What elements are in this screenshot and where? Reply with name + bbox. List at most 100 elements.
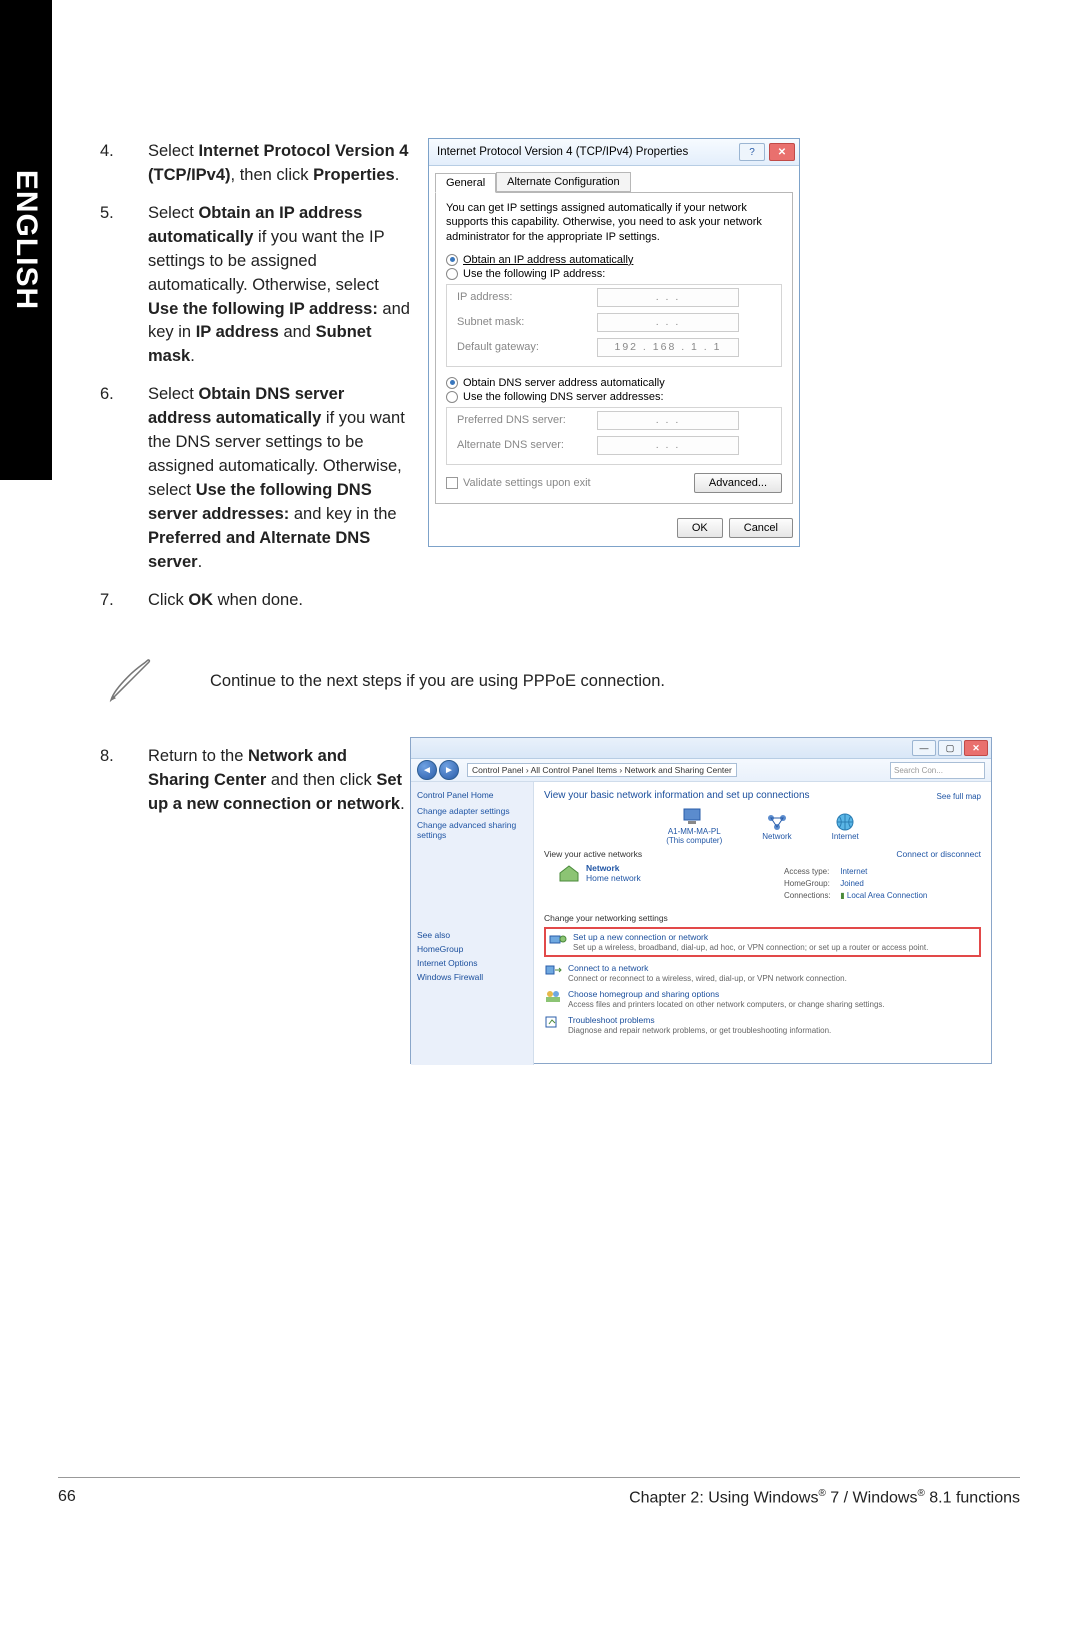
homegroup-icon xyxy=(544,989,562,1003)
label-default-gateway: Default gateway: xyxy=(457,341,597,353)
input-ip-address[interactable]: . . . xyxy=(597,288,739,307)
task-description: Access files and printers located on oth… xyxy=(568,1000,885,1009)
help-icon[interactable]: ? xyxy=(739,143,765,161)
radio-use-following-ip[interactable]: Use the following IP address: xyxy=(446,268,782,280)
task-homegroup-sharing[interactable]: Choose homegroup and sharing options Acc… xyxy=(544,989,981,1009)
network-icon xyxy=(765,812,789,832)
sidebar-internet-options[interactable]: Internet Options xyxy=(417,958,527,968)
radio-label: Obtain an IP address automatically xyxy=(463,254,633,266)
close-icon[interactable]: ✕ xyxy=(769,143,795,161)
task-troubleshoot[interactable]: Troubleshoot problems Diagnose and repai… xyxy=(544,1015,981,1035)
step-number: 6. xyxy=(100,383,148,574)
connect-network-icon xyxy=(544,963,562,977)
text: . xyxy=(190,347,195,365)
nav-forward-icon[interactable]: ► xyxy=(439,760,459,780)
radio-obtain-dns-auto[interactable]: Obtain DNS server address automatically xyxy=(446,377,782,389)
radio-label: Use the following IP address: xyxy=(463,268,605,280)
tab-alternate-configuration[interactable]: Alternate Configuration xyxy=(496,172,631,192)
radio-dot-icon xyxy=(446,391,458,403)
steps-column: 4. Select Internet Protocol Version 4 (T… xyxy=(100,140,410,627)
page: ENGLISH 4. Select Internet Protocol Vers… xyxy=(0,0,1080,1627)
detail-value[interactable]: Joined xyxy=(840,879,864,888)
connect-disconnect-link[interactable]: Connect or disconnect xyxy=(896,849,981,859)
language-label: ENGLISH xyxy=(9,170,43,310)
task-connect-to-network[interactable]: Connect to a network Connect or reconnec… xyxy=(544,963,981,983)
globe-icon xyxy=(833,812,857,832)
label-subnet-mask: Subnet mask: xyxy=(457,316,597,328)
detail-label: HomeGroup: xyxy=(784,878,838,890)
detail-value[interactable]: Local Area Connection xyxy=(847,891,928,900)
task-title: Set up a new connection or network xyxy=(573,932,708,942)
language-sidebar: ENGLISH xyxy=(0,0,52,480)
input-subnet-mask[interactable]: . . . xyxy=(597,313,739,332)
setup-connection-icon xyxy=(549,932,567,946)
change-settings-header: Change your networking settings xyxy=(544,913,981,923)
text: and key in the xyxy=(289,505,396,523)
see-full-map-link[interactable]: See full map xyxy=(937,792,981,801)
network-type-link[interactable]: Home network xyxy=(586,873,641,883)
network-diagram: A1-MM-MA-PL (This computer) Network xyxy=(544,807,981,845)
input-alternate-dns[interactable]: . . . xyxy=(597,436,739,455)
text: Select xyxy=(148,385,198,403)
ipv4-properties-dialog: Internet Protocol Version 4 (TCP/IPv4) P… xyxy=(428,138,800,547)
radio-obtain-ip-auto[interactable]: Obtain an IP address automatically xyxy=(446,254,782,266)
detail-label: Connections: xyxy=(784,890,838,902)
sidebar-change-adapter[interactable]: Change adapter settings xyxy=(417,806,527,816)
input-preferred-dns[interactable]: . . . xyxy=(597,411,739,430)
ok-button[interactable]: OK xyxy=(677,518,723,538)
advanced-button[interactable]: Advanced... xyxy=(694,473,782,493)
breadcrumb[interactable]: Control Panel › All Control Panel Items … xyxy=(467,763,737,777)
ip-fields-group: IP address: . . . Subnet mask: . . . Def… xyxy=(446,284,782,367)
sidebar-windows-firewall[interactable]: Windows Firewall xyxy=(417,972,527,982)
text: Click xyxy=(148,591,188,609)
bold-text: Preferred and Alternate DNS server xyxy=(148,529,370,571)
checkbox-validate-on-exit[interactable]: Validate settings upon exit xyxy=(446,477,591,489)
network-sharing-center-window: — ▢ ✕ ◄ ► Control Panel › All Control Pa… xyxy=(410,737,992,1064)
page-footer: 66 Chapter 2: Using Windows® 7 / Windows… xyxy=(58,1477,1020,1507)
nsc-sidebar: Control Panel Home Change adapter settin… xyxy=(411,782,534,1065)
computer-icon xyxy=(682,807,706,827)
sidebar-homegroup[interactable]: HomeGroup xyxy=(417,944,527,954)
cancel-button[interactable]: Cancel xyxy=(729,518,793,538)
tab-general[interactable]: General xyxy=(435,173,496,193)
step-5: 5. Select Obtain an IP address automatic… xyxy=(100,202,410,369)
registered-symbol: ® xyxy=(818,1488,825,1499)
pencil-icon xyxy=(100,655,160,707)
maximize-icon[interactable]: ▢ xyxy=(938,740,962,756)
bold-text: IP address xyxy=(196,323,279,341)
nsc-main: View your basic network information and … xyxy=(534,782,991,1065)
close-icon[interactable]: ✕ xyxy=(964,740,988,756)
radio-label: Obtain DNS server address automatically xyxy=(463,377,665,389)
step-number: 8. xyxy=(100,745,148,817)
radio-dot-icon xyxy=(446,268,458,280)
step-8: 8. Return to the Network and Sharing Cen… xyxy=(100,745,410,817)
chapter-title: Chapter 2: Using Windows® 7 / Windows® 8… xyxy=(629,1488,1020,1507)
radio-use-following-dns[interactable]: Use the following DNS server addresses: xyxy=(446,391,782,403)
dns-fields-group: Preferred DNS server: . . . Alternate DN… xyxy=(446,407,782,465)
checkbox-box-icon xyxy=(446,477,458,489)
task-title: Choose homegroup and sharing options xyxy=(568,989,719,999)
step-7: 7. Click OK when done. xyxy=(100,589,410,613)
sidebar-home-link[interactable]: Control Panel Home xyxy=(417,790,527,800)
radio-dot-icon xyxy=(446,377,458,389)
sidebar-change-sharing[interactable]: Change advanced sharing settings xyxy=(417,820,527,840)
search-input[interactable]: Search Con... xyxy=(890,762,985,779)
dialog-tabs: General Alternate Configuration xyxy=(429,166,799,192)
input-default-gateway[interactable]: 192 . 168 . 1 . 1 xyxy=(597,338,739,357)
note-callout: Continue to the next steps if you are us… xyxy=(100,655,980,707)
dialog-titlebar: Internet Protocol Version 4 (TCP/IPv4) P… xyxy=(429,139,799,166)
text: Select xyxy=(148,204,198,222)
minimize-icon[interactable]: — xyxy=(912,740,936,756)
network-name: Network xyxy=(586,863,620,873)
task-title: Connect to a network xyxy=(568,963,648,973)
window-navbar: ◄ ► Control Panel › All Control Panel It… xyxy=(411,759,991,782)
detail-value: Internet xyxy=(840,867,867,876)
step-6: 6. Select Obtain DNS server address auto… xyxy=(100,383,410,574)
text: and then click xyxy=(266,771,376,789)
nav-back-icon[interactable]: ◄ xyxy=(417,760,437,780)
task-setup-new-connection[interactable]: Set up a new connection or network Set u… xyxy=(544,927,981,957)
node-label: Internet xyxy=(832,832,859,841)
nsc-heading: View your basic network information and … xyxy=(544,790,981,801)
window-titlebar: — ▢ ✕ xyxy=(411,738,991,759)
home-network-icon xyxy=(558,864,580,882)
